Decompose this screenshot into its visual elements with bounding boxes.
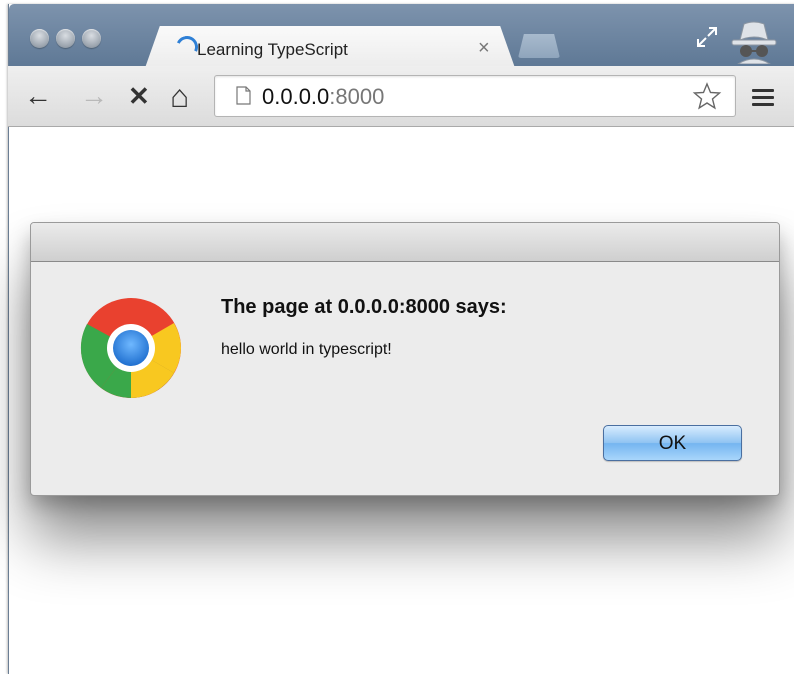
zoom-window-button[interactable] [82, 29, 101, 48]
minimize-window-button[interactable] [56, 29, 75, 48]
home-button[interactable]: ⌂ [170, 80, 189, 112]
dialog-titlebar [31, 223, 779, 262]
menu-icon[interactable] [752, 89, 774, 107]
page-icon [236, 86, 251, 105]
new-tab-button[interactable] [518, 34, 560, 58]
url-text[interactable]: 0.0.0.0:8000 [262, 84, 384, 110]
fullscreen-icon[interactable] [696, 26, 718, 48]
bookmark-star-icon[interactable] [692, 82, 722, 110]
stop-button[interactable]: ✕ [128, 82, 150, 110]
url-host: 0.0.0.0 [262, 84, 330, 109]
back-button[interactable]: ← [24, 82, 52, 110]
dialog-heading: The page at 0.0.0.0:8000 says: [221, 296, 507, 318]
tab-close-icon[interactable]: × [478, 37, 490, 60]
dialog-message: hello world in typescript! [221, 341, 392, 358]
forward-button[interactable]: → [80, 82, 108, 110]
chrome-logo-icon [80, 298, 181, 398]
close-window-button[interactable] [30, 29, 49, 48]
url-port: :8000 [329, 84, 385, 109]
incognito-icon [731, 21, 777, 64]
ok-button[interactable]: OK [603, 425, 742, 461]
tab-title: Learning TypeScript [197, 40, 348, 59]
